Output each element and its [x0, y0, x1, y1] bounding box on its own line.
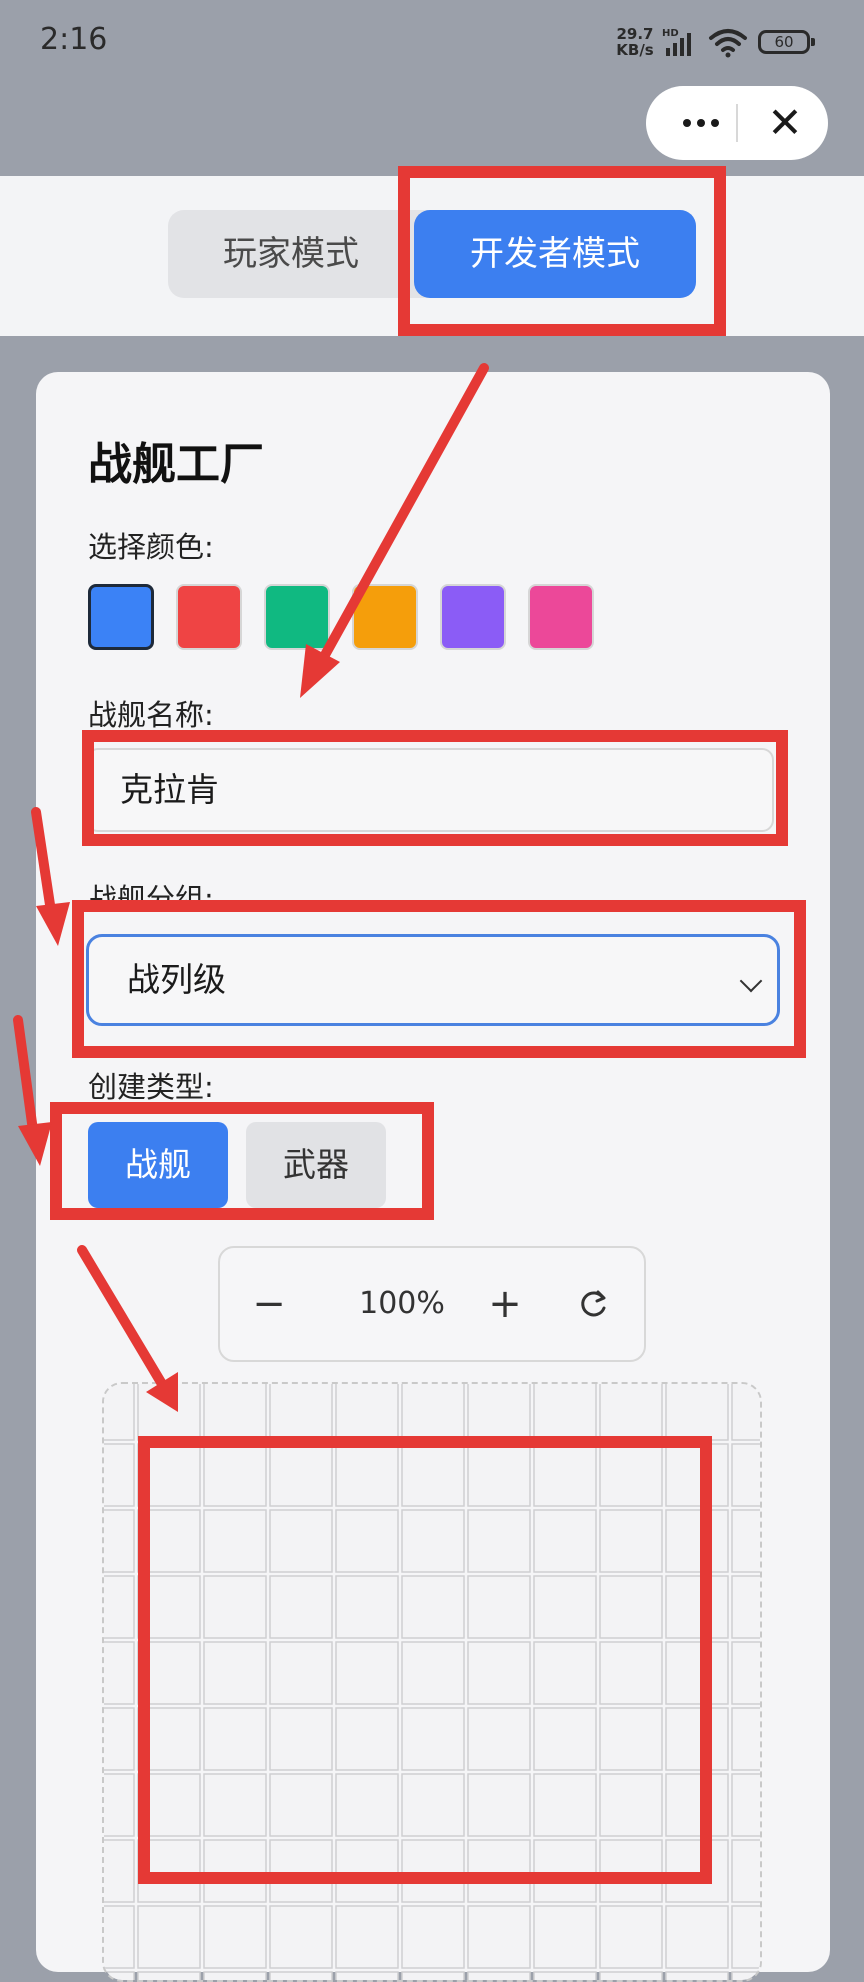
ship-name-input[interactable]: 克拉肯	[86, 748, 774, 832]
status-time: 2:16	[40, 22, 108, 57]
tab-player-mode[interactable]: 玩家模式	[168, 210, 414, 298]
network-speed: 29.7 KB/s	[614, 26, 656, 58]
color-swatch-pink[interactable]	[528, 584, 594, 650]
page-title: 战舰工厂	[88, 439, 264, 490]
color-swatch-green[interactable]	[264, 584, 330, 650]
mode-tab-bar: 玩家模式 开发者模式	[0, 176, 864, 336]
ship-group-select[interactable]: 战列级	[86, 934, 780, 1026]
color-swatch-orange[interactable]	[352, 584, 418, 650]
network-badge: HD	[662, 28, 679, 39]
color-swatch-red[interactable]	[176, 584, 242, 650]
color-swatch-purple[interactable]	[440, 584, 506, 650]
chevron-down-icon	[739, 969, 763, 993]
zoom-out-button[interactable]: −	[234, 1248, 304, 1360]
signal-icon: HD	[662, 28, 702, 58]
design-grid-canvas[interactable]	[102, 1382, 762, 1982]
type-ship-button[interactable]: 战舰	[88, 1122, 228, 1208]
zoom-in-button[interactable]: +	[470, 1248, 540, 1360]
more-dots-icon[interactable]	[666, 86, 736, 160]
mode-segmented-control: 玩家模式 开发者模式	[168, 210, 696, 298]
network-speed-value: 29.7	[616, 25, 654, 43]
annotation-arrow-3	[13, 1015, 39, 1143]
battery-icon: 60	[758, 30, 815, 54]
tab-developer-mode[interactable]: 开发者模式	[414, 210, 696, 298]
create-type-label: 创建类型:	[88, 1070, 214, 1104]
network-speed-unit: KB/s	[616, 41, 654, 59]
refresh-icon[interactable]	[558, 1248, 628, 1360]
close-icon[interactable]: ✕	[750, 86, 820, 160]
zoom-toolbar: − 100% +	[218, 1246, 646, 1362]
color-swatch-blue[interactable]	[88, 584, 154, 650]
ship-group-value: 战列级	[127, 960, 226, 999]
capsule-divider	[736, 104, 738, 142]
ship-name-label: 战舰名称:	[88, 698, 214, 732]
zoom-level: 100%	[359, 1286, 445, 1321]
ship-factory-card: 战舰工厂 选择颜色: 战舰名称: 克拉肯 战舰分组: 战列级 创建类型: 战舰 …	[36, 372, 830, 1982]
color-label: 选择颜色:	[88, 530, 214, 564]
status-bar: 2:16 29.7 KB/s HD 60	[0, 0, 864, 90]
ship-group-label: 战舰分组:	[88, 882, 214, 916]
wifi-icon	[708, 26, 748, 58]
type-weapon-button[interactable]: 武器	[246, 1122, 386, 1208]
miniprogram-capsule: ✕	[646, 86, 828, 160]
